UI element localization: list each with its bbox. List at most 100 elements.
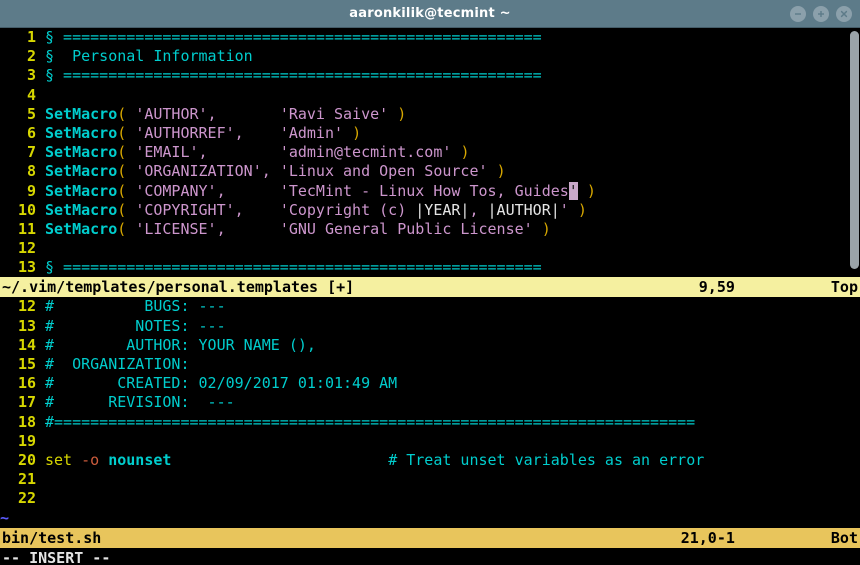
code-token: 'TecMint - Linux How Tos, Guides	[280, 182, 569, 200]
vim-buffer-test-sh[interactable]: 12# BUGS: ---13 # NOTES: --- 14 # AUTHOR: Y…	[0, 297, 860, 508]
line-number: 15	[0, 355, 36, 374]
code-token: 'admin@tecmint.com'	[280, 143, 452, 161]
code-line: 12	[0, 239, 860, 258]
code-line: 5SetMacro( 'AUTHOR', 'Ravi Saive' )	[0, 105, 860, 124]
code-token: )	[587, 182, 596, 200]
text-cursor: '	[569, 182, 578, 200]
code-line: 4	[0, 86, 860, 105]
code-token: )	[578, 201, 587, 219]
code-token	[388, 105, 397, 123]
code-token: SetMacro	[45, 124, 117, 142]
code-token: (	[117, 162, 126, 180]
line-number: 17	[0, 393, 36, 412]
code-token: )	[542, 220, 551, 238]
scrollbar-thumb[interactable]	[850, 31, 859, 269]
code-token: SetMacro	[45, 201, 117, 219]
code-token: 'AUTHOR',	[135, 105, 216, 123]
code-token	[578, 182, 587, 200]
code-token: # REVISION: ---	[45, 393, 235, 411]
code-token	[343, 124, 352, 142]
code-token: 'COMPANY',	[135, 182, 225, 200]
code-line: 9SetMacro( 'COMPANY', 'TecMint - Linux H…	[0, 182, 860, 201]
line-number: 3	[0, 66, 36, 85]
code-token: § ======================================…	[45, 28, 542, 46]
line-number: 14	[0, 336, 36, 355]
code-token: SetMacro	[45, 220, 117, 238]
code-token: |YEAR|	[415, 201, 469, 219]
code-token	[208, 143, 280, 161]
line-number: 18	[0, 413, 36, 432]
terminal-window: aaronkilik@tecmint ~ 1§ ================…	[0, 0, 860, 565]
code-token: # CREATED: 02/09/2017 01:01:49 AM	[45, 374, 397, 392]
code-token	[126, 220, 135, 238]
minimize-button[interactable]	[790, 6, 806, 22]
code-token	[126, 105, 135, 123]
code-token: ,	[469, 201, 478, 219]
code-token	[126, 162, 135, 180]
code-token: )	[497, 162, 506, 180]
code-token: § Personal Information	[45, 47, 253, 65]
code-token: nounset	[108, 451, 171, 469]
code-token: 'GNU General Public License'	[280, 220, 533, 238]
code-token	[217, 105, 280, 123]
code-line: 8SetMacro( 'ORGANIZATION', 'Linux and Op…	[0, 162, 860, 181]
vertical-scrollbar[interactable]	[849, 28, 860, 273]
code-token: # AUTHOR: YOUR NAME (),	[45, 336, 316, 354]
code-line: 16# CREATED: 02/09/2017 01:01:49 AM	[0, 374, 860, 393]
code-token	[126, 201, 135, 219]
code-token: |AUTHOR|	[488, 201, 560, 219]
line-number: 12	[0, 239, 36, 258]
code-line: 21	[0, 470, 860, 489]
code-token: set	[45, 451, 72, 469]
code-token: § ======================================…	[45, 258, 542, 276]
code-token: # NOTES: ---	[45, 317, 226, 335]
window-title: aaronkilik@tecmint ~	[349, 6, 510, 21]
code-token: 'EMAIL',	[135, 143, 207, 161]
code-line: 1§ =====================================…	[0, 28, 860, 47]
window-titlebar: aaronkilik@tecmint ~	[0, 0, 860, 28]
code-token	[226, 220, 280, 238]
code-token: (	[117, 105, 126, 123]
statusline-position: 9,59	[699, 277, 735, 297]
code-line: 19	[0, 432, 860, 451]
code-token: #=======================================…	[45, 413, 695, 431]
window-controls	[790, 0, 852, 28]
vim-buffer-personal-templates[interactable]: 1§ =====================================…	[0, 28, 860, 277]
code-line: 11SetMacro( 'LICENSE', 'GNU General Publ…	[0, 220, 860, 239]
code-line: 20set -o nounset # Treat unset variables…	[0, 451, 860, 470]
code-line: 12# BUGS: ---	[0, 297, 860, 316]
code-token	[226, 182, 280, 200]
line-number: 7	[0, 143, 36, 162]
code-token	[126, 124, 135, 142]
code-line: 13 # NOTES: ---	[0, 317, 860, 336]
code-token: -o	[81, 451, 99, 469]
maximize-button[interactable]	[813, 6, 829, 22]
code-token: SetMacro	[45, 105, 117, 123]
line-number: 5	[0, 105, 36, 124]
code-token: 'Ravi Saive'	[280, 105, 388, 123]
code-token: 'LICENSE',	[135, 220, 225, 238]
line-number: 13	[0, 258, 36, 277]
code-token: 'AUTHORREF',	[135, 124, 243, 142]
vim-modeline: -- INSERT --	[0, 548, 860, 565]
code-token: 'Linux and Open Source'	[280, 162, 488, 180]
vim-session[interactable]: 1§ =====================================…	[0, 28, 860, 565]
code-token: '	[560, 201, 569, 219]
code-line: 3§ =====================================…	[0, 66, 860, 85]
code-token: )	[460, 143, 469, 161]
code-token	[99, 451, 108, 469]
close-button[interactable]	[836, 6, 852, 22]
code-token: SetMacro	[45, 162, 117, 180]
code-token	[488, 162, 497, 180]
statusline-percent-2: Bot	[735, 528, 858, 548]
code-line: 6SetMacro( 'AUTHORREF', 'Admin' )	[0, 124, 860, 143]
code-line: 10SetMacro( 'COPYRIGHT', 'Copyright (c) …	[0, 201, 860, 220]
code-token: # ORGANIZATION:	[45, 355, 190, 373]
code-token	[271, 162, 280, 180]
code-token	[244, 124, 280, 142]
statusline-personal-templates: ~/.vim/templates/personal.templates [+] …	[0, 277, 860, 297]
line-number: 12	[0, 297, 36, 316]
line-number: 21	[0, 470, 36, 489]
statusline-percent: Top	[735, 277, 858, 297]
line-number: 13	[0, 317, 36, 336]
